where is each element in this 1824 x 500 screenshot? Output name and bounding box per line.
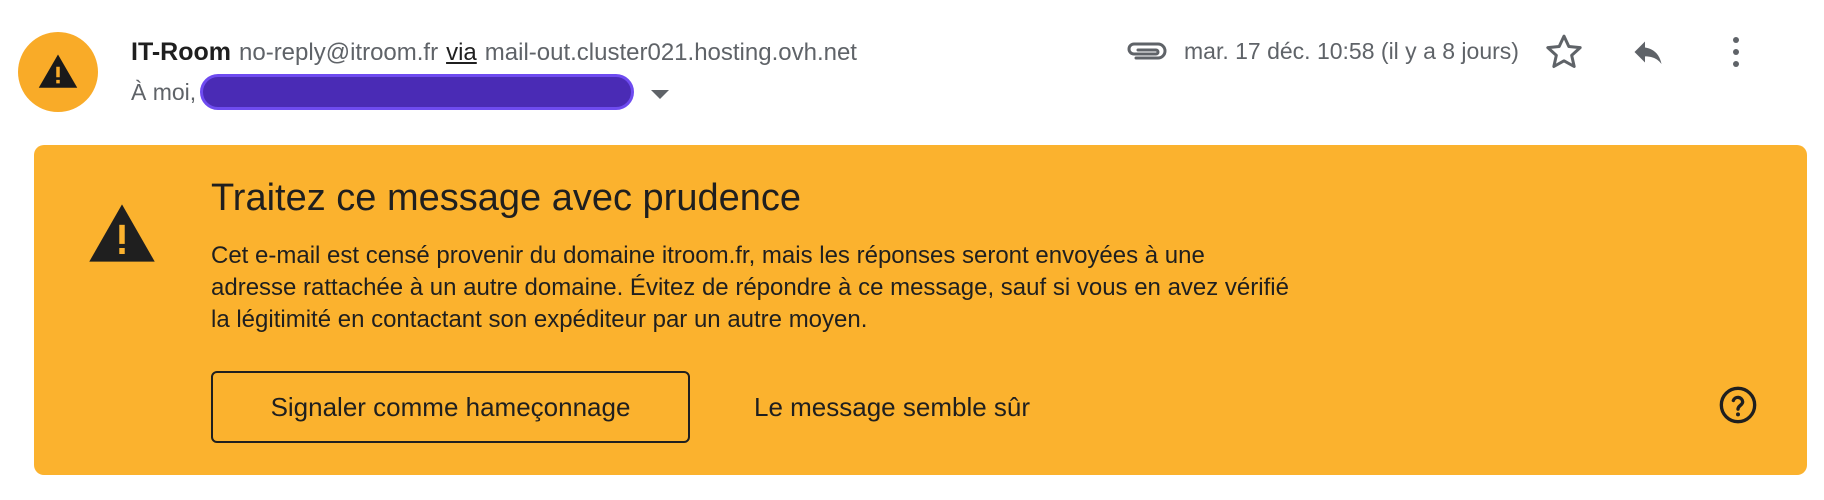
banner-description: Cet e-mail est censé provenir du domaine… <box>211 240 1511 336</box>
banner-title: Traitez ce message avec prudence <box>211 177 802 219</box>
relay-host: mail-out.cluster021.hosting.ovh.net <box>484 39 857 66</box>
warning-icon <box>89 204 155 262</box>
paperclip-icon <box>1127 42 1167 60</box>
sender-name[interactable]: IT-Room <box>131 38 231 67</box>
banner-line: adresse rattachée à un autre domaine. Év… <box>211 274 1289 301</box>
message-header: IT-Room no-reply@itroom.fr via mail-out.… <box>0 0 1824 130</box>
message-date: mar. 17 déc. 10:58 (il y a 8 jours) <box>1184 38 1519 64</box>
message-meta: mar. 17 déc. 10:58 (il y a 8 jours) <box>1124 30 1824 74</box>
recipient-prefix: À moi, <box>131 78 197 105</box>
phishing-warning-banner: Traitez ce message avec prudence Cet e-m… <box>34 145 1807 475</box>
star-icon[interactable] <box>1544 32 1584 72</box>
report-phishing-button[interactable]: Signaler comme hameçonnage <box>211 371 690 443</box>
warning-icon <box>38 54 78 88</box>
sender-avatar[interactable] <box>18 32 98 112</box>
caret-down-icon[interactable] <box>651 89 670 99</box>
help-icon[interactable] <box>1718 385 1758 425</box>
looks-safe-button[interactable]: Le message semble sûr <box>754 371 1030 443</box>
sender-email: no-reply@itroom.fr <box>239 39 439 66</box>
reply-icon[interactable] <box>1628 34 1668 70</box>
redacted-recipient <box>200 74 635 110</box>
banner-line: Cet e-mail est censé provenir du domaine… <box>211 242 1205 269</box>
via-link[interactable]: via <box>446 39 477 67</box>
more-vert-icon[interactable] <box>1724 34 1748 70</box>
sender-line: IT-Room no-reply@itroom.fr via mail-out.… <box>131 38 857 68</box>
recipient-line: À moi, <box>131 72 670 112</box>
banner-line: la légitimité en contactant son expédite… <box>211 306 868 333</box>
